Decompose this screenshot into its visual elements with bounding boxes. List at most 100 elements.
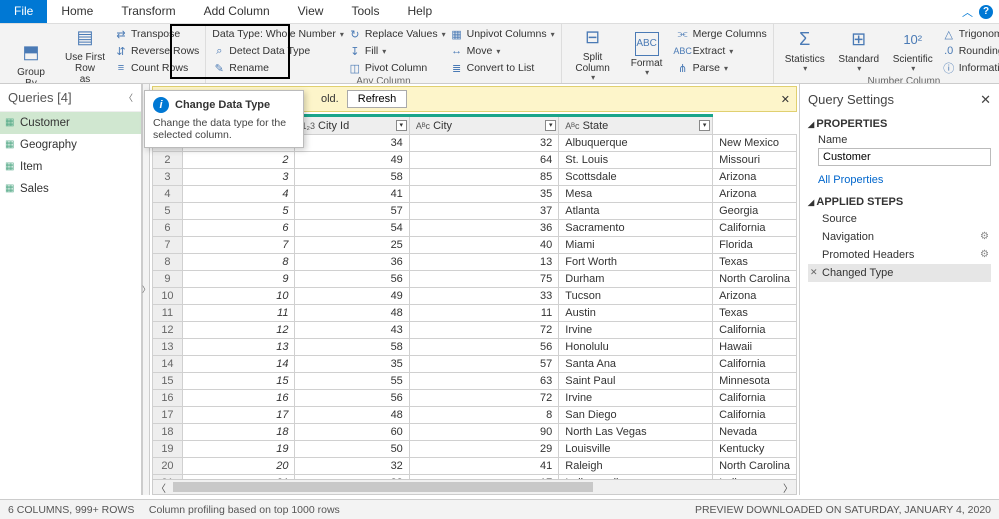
- cell[interactable]: Arizona: [713, 186, 797, 203]
- cell[interactable]: 90: [409, 424, 558, 441]
- table-row[interactable]: 13135856HonoluluHawaii: [153, 339, 797, 356]
- row-number[interactable]: 3: [153, 169, 183, 186]
- data-type-button[interactable]: Data Type: Whole Number▾: [212, 26, 344, 42]
- move-button[interactable]: ↔Move▾: [450, 43, 555, 59]
- cell[interactable]: 11: [409, 305, 558, 322]
- table-row[interactable]: 11114811AustinTexas: [153, 305, 797, 322]
- row-number[interactable]: 15: [153, 373, 183, 390]
- cell[interactable]: 13: [182, 339, 295, 356]
- cell[interactable]: 41: [409, 458, 558, 475]
- cell[interactable]: 72: [409, 390, 558, 407]
- cell[interactable]: 8: [182, 254, 295, 271]
- cell[interactable]: 9: [182, 271, 295, 288]
- trigonometry-button[interactable]: △Trigonometry▾: [942, 26, 999, 42]
- row-number[interactable]: 4: [153, 186, 183, 203]
- cell[interactable]: Georgia: [713, 203, 797, 220]
- cell[interactable]: Irvine: [559, 322, 713, 339]
- cell[interactable]: Atlanta: [559, 203, 713, 220]
- table-row[interactable]: 1717488San DiegoCalifornia: [153, 407, 797, 424]
- cell[interactable]: 4: [182, 186, 295, 203]
- properties-header[interactable]: PROPERTIES: [808, 112, 991, 132]
- query-name-input[interactable]: [818, 148, 991, 166]
- cell[interactable]: Minnesota: [713, 373, 797, 390]
- detect-data-type-button[interactable]: ⌕Detect Data Type: [212, 43, 344, 59]
- cell[interactable]: Austin: [559, 305, 713, 322]
- cell[interactable]: 41: [295, 186, 409, 203]
- cell[interactable]: 48: [295, 407, 409, 424]
- all-properties-link[interactable]: All Properties: [818, 170, 883, 190]
- row-number[interactable]: 14: [153, 356, 183, 373]
- collapse-icon[interactable]: 〈: [124, 91, 133, 104]
- cell[interactable]: 3: [182, 169, 295, 186]
- use-first-row-button[interactable]: ▤ Use First Row as Headers▾: [60, 26, 110, 84]
- row-number[interactable]: 17: [153, 407, 183, 424]
- table-row[interactable]: 444135MesaArizona: [153, 186, 797, 203]
- cell[interactable]: 37: [409, 203, 558, 220]
- chevron-up-icon[interactable]: ︿: [962, 4, 973, 20]
- table-row[interactable]: 19195029LouisvilleKentucky: [153, 441, 797, 458]
- cell[interactable]: 11: [182, 305, 295, 322]
- cell[interactable]: 56: [295, 390, 409, 407]
- menu-help[interactable]: Help: [393, 0, 446, 23]
- cell[interactable]: Kentucky: [713, 441, 797, 458]
- cell[interactable]: Honolulu: [559, 339, 713, 356]
- cell[interactable]: 75: [409, 271, 558, 288]
- cell[interactable]: Mesa: [559, 186, 713, 203]
- cell[interactable]: 5: [182, 203, 295, 220]
- cell[interactable]: Arizona: [713, 169, 797, 186]
- format-button[interactable]: ABCFormat▾: [622, 26, 672, 83]
- cell[interactable]: 63: [409, 373, 558, 390]
- table-row[interactable]: 18186090North Las VegasNevada: [153, 424, 797, 441]
- row-number[interactable]: 16: [153, 390, 183, 407]
- cell[interactable]: 48: [295, 305, 409, 322]
- cell[interactable]: 18: [182, 424, 295, 441]
- cell[interactable]: 12: [182, 322, 295, 339]
- pivot-column-button[interactable]: ◫Pivot Column: [348, 60, 446, 76]
- cell[interactable]: 64: [409, 152, 558, 169]
- convert-to-list-button[interactable]: ≣Convert to List: [450, 60, 555, 76]
- cell[interactable]: Scottsdale: [559, 169, 713, 186]
- applied-steps-header[interactable]: APPLIED STEPS: [808, 190, 991, 210]
- gear-icon[interactable]: ⚙: [980, 249, 989, 260]
- cell[interactable]: 32: [409, 135, 558, 152]
- applied-step[interactable]: Changed Type: [808, 264, 991, 282]
- table-row[interactable]: 883613Fort WorthTexas: [153, 254, 797, 271]
- cell[interactable]: 2: [182, 152, 295, 169]
- cell[interactable]: Raleigh: [559, 458, 713, 475]
- table-row[interactable]: 16165672IrvineCalifornia: [153, 390, 797, 407]
- information-button[interactable]: ⓘInformation▾: [942, 60, 999, 76]
- cell[interactable]: North Las Vegas: [559, 424, 713, 441]
- cell[interactable]: Irvine: [559, 390, 713, 407]
- row-number[interactable]: 2: [153, 152, 183, 169]
- reverse-rows-button[interactable]: ⇵Reverse Rows: [114, 43, 199, 59]
- row-number[interactable]: 11: [153, 305, 183, 322]
- refresh-button[interactable]: Refresh: [347, 90, 408, 108]
- row-number[interactable]: 9: [153, 271, 183, 288]
- fill-button[interactable]: ↧Fill▾: [348, 43, 446, 59]
- cell[interactable]: 40: [409, 237, 558, 254]
- parse-button[interactable]: ⋔Parse▾: [676, 60, 767, 76]
- cell[interactable]: California: [713, 356, 797, 373]
- row-number[interactable]: 6: [153, 220, 183, 237]
- cell[interactable]: Tucson: [559, 288, 713, 305]
- cell[interactable]: 35: [409, 186, 558, 203]
- cell[interactable]: 54: [295, 220, 409, 237]
- cell[interactable]: St. Louis: [559, 152, 713, 169]
- cell[interactable]: Florida: [713, 237, 797, 254]
- cell[interactable]: 19: [182, 441, 295, 458]
- row-number[interactable]: 18: [153, 424, 183, 441]
- cell[interactable]: 55: [295, 373, 409, 390]
- table-row[interactable]: 20203241RaleighNorth Carolina: [153, 458, 797, 475]
- close-settings-icon[interactable]: ✕: [980, 92, 991, 108]
- cell[interactable]: 49: [295, 152, 409, 169]
- row-number[interactable]: 7: [153, 237, 183, 254]
- cell[interactable]: 56: [295, 271, 409, 288]
- rounding-button[interactable]: .0Rounding▾: [942, 43, 999, 59]
- cell[interactable]: Sacramento: [559, 220, 713, 237]
- cell[interactable]: Miami: [559, 237, 713, 254]
- menu-tools[interactable]: Tools: [337, 0, 393, 23]
- cell[interactable]: 6: [182, 220, 295, 237]
- table-row[interactable]: 14143557Santa AnaCalifornia: [153, 356, 797, 373]
- scientific-button[interactable]: 10²Scientific▾: [888, 26, 938, 76]
- cell[interactable]: Fort Worth: [559, 254, 713, 271]
